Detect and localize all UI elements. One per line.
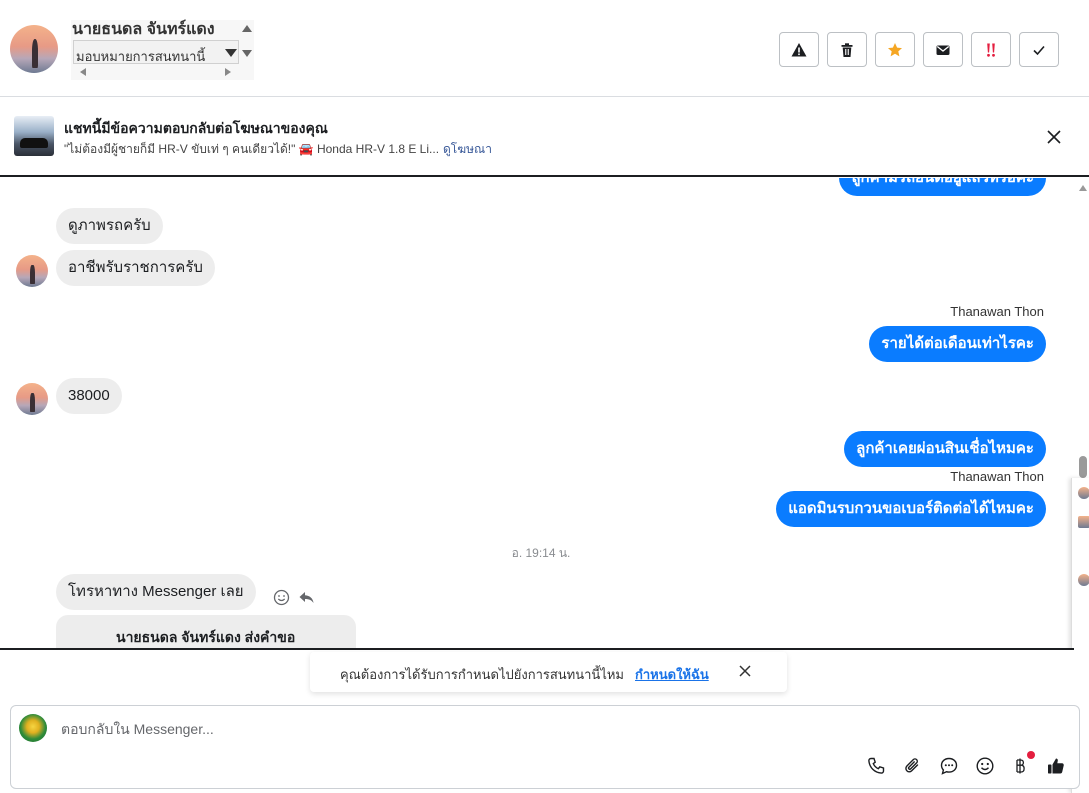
call-button[interactable] (864, 754, 888, 778)
star-icon (888, 42, 902, 56)
request-card: นายธนดล จันทร์แดง ส่งคำขอ (56, 615, 356, 648)
close-icon (1047, 130, 1061, 144)
mark-spam-button[interactable] (779, 32, 819, 67)
trash-icon (841, 42, 853, 57)
scrollbar-thumb[interactable] (1079, 456, 1087, 478)
assign-selected-label: มอบหมายการสนทนานี้ (76, 49, 206, 64)
phone-icon (868, 757, 885, 774)
mark-done-button[interactable] (1019, 32, 1059, 67)
warning-icon (791, 42, 807, 56)
delete-button[interactable] (827, 32, 867, 67)
view-ad-link[interactable]: ดูโฆษณา (443, 140, 492, 159)
thumbs-up-icon (1048, 758, 1064, 774)
reply-button[interactable] (298, 590, 315, 610)
scroll-up-icon[interactable] (1079, 185, 1087, 191)
spin-down-icon[interactable] (242, 50, 252, 57)
incoming-message: อาชีพรับราชการครับ (56, 250, 215, 286)
close-banner-button[interactable] (1044, 129, 1064, 150)
notification-dot (1027, 751, 1035, 759)
paperclip-icon (905, 758, 919, 773)
page-avatar (19, 714, 47, 742)
attach-button[interactable] (901, 754, 925, 778)
message-thread[interactable]: ลูกค้ามีรถยนต์อยู่แล้วหรือคะ ดูภาพรถครับ… (0, 178, 1074, 648)
side-avatar (1078, 487, 1089, 499)
conversation-header: มอบหมายการสนทนานี้ นายธนดล จันทร์แดง (0, 0, 1089, 97)
message-timestamp: อ. 19:14 น. (511, 546, 571, 560)
outgoing-message: ลูกค้าเคยผ่อนสินเชื่อไหมคะ (844, 431, 1046, 467)
saved-replies-button[interactable] (937, 754, 961, 778)
incoming-message: 38000 (56, 378, 122, 414)
scroll-right-icon[interactable] (225, 68, 231, 76)
assign-prompt-area: คุณต้องการได้รับการกำหนดไปยังการสนทนานี้… (0, 648, 1074, 705)
side-thumbnail (1078, 516, 1089, 528)
sender-name: Thanawan Thon (950, 304, 1044, 319)
reply-icon (299, 592, 314, 603)
mark-unread-button[interactable] (923, 32, 963, 67)
incoming-message: ดูภาพรถครับ (56, 208, 163, 244)
close-toast-button[interactable] (738, 664, 752, 683)
reply-input[interactable] (59, 720, 959, 738)
close-icon (739, 665, 751, 677)
contact-name: นายธนดล จันทร์แดง (72, 21, 215, 38)
assign-toast-text: คุณต้องการได้รับการกำหนดไปยังการสนทนานี้… (340, 667, 624, 682)
assign-conversation-select[interactable]: มอบหมายการสนทนานี้ (73, 40, 239, 64)
contact-avatar[interactable] (10, 25, 58, 73)
scroll-left-icon[interactable] (80, 68, 86, 76)
request-card-title: นายธนดล จันทร์แดง ส่งคำขอ (116, 629, 296, 645)
outgoing-message: รายได้ต่อเดือนเท่าไรคะ (869, 326, 1046, 362)
ad-snippet: "ไม่ต้องมีผู้ชายก็มี HR-V ขับเท่ ๆ คนเดี… (64, 142, 440, 156)
checkmark-icon (1033, 45, 1045, 55)
baht-icon (1016, 758, 1025, 774)
smiley-icon (273, 589, 290, 606)
ad-reply-banner: แชทนี้มีข้อความตอบกลับต่อโฆษณาของคุณ "ไม… (0, 97, 1089, 177)
double-exclamation-icon (987, 43, 995, 57)
outgoing-message: ลูกค้ามีรถยนต์อยู่แล้วหรือคะ (839, 178, 1046, 196)
spin-up-icon[interactable] (242, 25, 252, 32)
priority-button[interactable] (971, 32, 1011, 67)
incoming-message: โทรหาทาง Messenger เลย (56, 574, 256, 610)
smiley-icon (976, 757, 994, 775)
follow-up-button[interactable] (875, 32, 915, 67)
emoji-button[interactable] (973, 754, 997, 778)
outgoing-message: แอดมินรบกวนขอเบอร์ติดต่อได้ไหมคะ (776, 491, 1046, 527)
ad-banner-title: แชทนี้มีข้อความตอบกลับต่อโฆษณาของคุณ (64, 120, 328, 136)
assign-to-me-link[interactable]: กำหนดให้ฉัน (635, 664, 709, 685)
sender-name: Thanawan Thon (950, 469, 1044, 484)
mail-icon (936, 45, 950, 55)
react-button[interactable] (273, 589, 290, 611)
chat-bubble-icon (940, 757, 958, 775)
ad-thumbnail[interactable] (14, 116, 54, 156)
contact-avatar (16, 255, 48, 287)
chevron-down-icon (225, 49, 237, 57)
contact-avatar (16, 383, 48, 415)
assign-toast: คุณต้องการได้รับการกำหนดไปยังการสนทนานี้… (310, 652, 787, 692)
side-avatar (1078, 574, 1089, 586)
message-composer (10, 705, 1080, 789)
send-like-button[interactable] (1044, 754, 1068, 778)
